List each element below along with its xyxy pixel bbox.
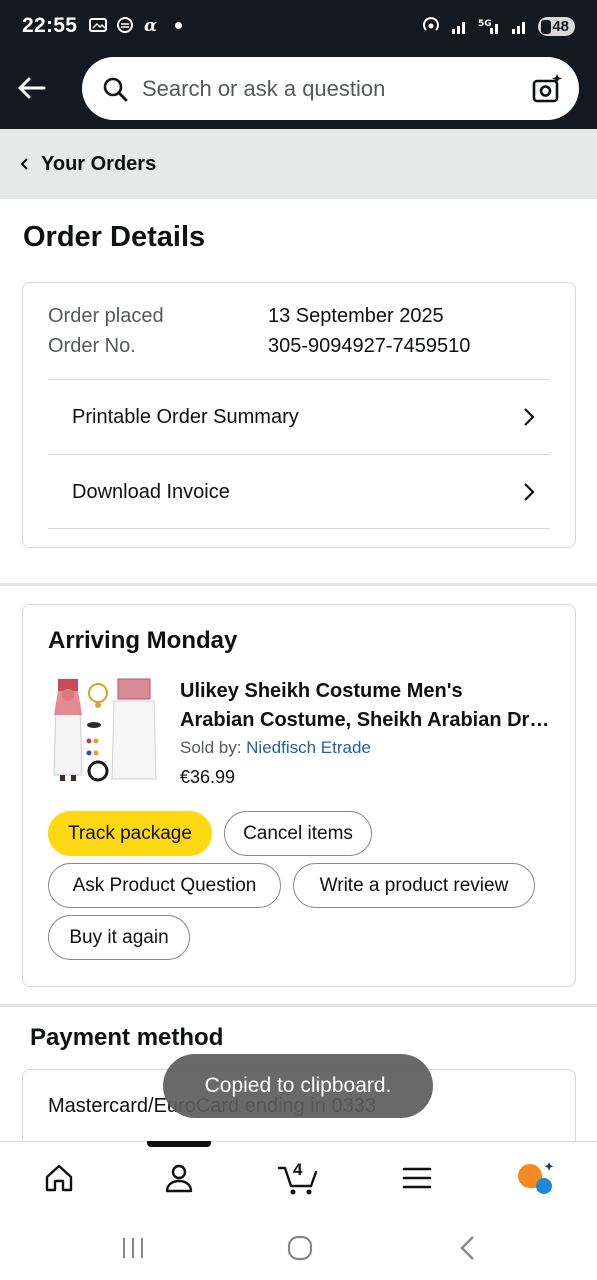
chevron-right-icon [524, 408, 535, 426]
5g-signal-icon: 5G [478, 19, 499, 34]
nav-menu[interactable] [395, 1156, 439, 1200]
status-bar: 22:55 α 5G 48 [0, 0, 597, 56]
sold-by-label: Sold by: [180, 738, 247, 757]
section-separator [0, 1004, 597, 1007]
chevron-right-icon [524, 483, 535, 501]
track-package-button[interactable]: Track package [48, 811, 212, 856]
toast-message: Copied to clipboard. [163, 1054, 433, 1118]
back-chevron-icon [460, 1236, 474, 1260]
status-time: 22:55 [22, 14, 78, 37]
ask-product-question-button[interactable]: Ask Product Question [48, 863, 281, 908]
sold-by: Sold by: Niedfisch Etrade [180, 738, 371, 758]
order-number-label: Order No. [48, 335, 136, 357]
order-number-value: 305-9094927-7459510 [268, 335, 471, 357]
cart-count-badge: 4 [293, 1160, 303, 1179]
back-arrow-icon[interactable] [14, 70, 50, 106]
home-circle-icon [287, 1235, 313, 1261]
download-invoice-link[interactable]: Download Invoice [48, 455, 550, 529]
cancel-items-button[interactable]: Cancel items [224, 811, 372, 856]
nav-home[interactable] [37, 1156, 81, 1200]
product-title-line-2: Arabian Costume, Sheikh Arabian Dress [180, 709, 560, 731]
order-placed-value: 13 September 2025 [268, 305, 444, 327]
search-bar[interactable] [82, 57, 579, 120]
product-image[interactable] [48, 675, 158, 787]
buy-again-button[interactable]: Buy it again [48, 915, 190, 960]
section-separator [0, 583, 597, 586]
search-icon [103, 77, 128, 102]
delivery-status: Arriving Monday [48, 627, 238, 654]
nav-cart[interactable]: 4 [276, 1156, 322, 1200]
back-system-button[interactable] [448, 1233, 488, 1263]
svg-text:α: α [144, 16, 157, 35]
system-navigation-bar [0, 1211, 597, 1280]
order-summary-card: Order placed 13 September 2025 Order No.… [22, 282, 576, 548]
search-input[interactable] [142, 57, 502, 120]
bottom-navigation: 4 [0, 1141, 597, 1211]
app-notification-icon [117, 17, 133, 33]
hotspot-icon [423, 17, 440, 31]
download-invoice-label: Download Invoice [72, 480, 230, 503]
app-header [0, 56, 597, 129]
printable-order-summary-label: Printable Order Summary [72, 405, 299, 428]
home-system-button[interactable] [280, 1233, 320, 1263]
svg-text:5G: 5G [478, 19, 492, 29]
product-price: €36.99 [180, 767, 236, 787]
chevron-left-icon [20, 158, 28, 170]
status-notification-icons: α [88, 15, 182, 35]
status-system-icons: 5G 48 [420, 15, 575, 37]
battery-indicator: 48 [538, 16, 575, 36]
divider [48, 528, 550, 529]
recent-apps-button[interactable] [113, 1233, 153, 1263]
account-icon [165, 1164, 193, 1193]
more-notifications-dot [175, 21, 182, 29]
seller-link[interactable]: Niedfisch Etrade [246, 738, 371, 757]
printable-order-summary-link[interactable]: Printable Order Summary [48, 380, 550, 454]
order-placed-label: Order placed [48, 305, 164, 327]
menu-icon [402, 1167, 432, 1189]
alpha-notification-icon: α [144, 16, 157, 35]
product-title-line-1: Ulikey Sheikh Costume Men's [180, 680, 463, 702]
active-tab-indicator [147, 1141, 211, 1147]
nav-account[interactable] [157, 1156, 201, 1200]
signal-2-icon [512, 22, 526, 34]
page-title: Order Details [23, 221, 206, 253]
breadcrumb-your-orders[interactable]: Your Orders [41, 153, 156, 176]
gallery-notification-icon [89, 18, 107, 32]
write-review-button[interactable]: Write a product review [293, 863, 535, 908]
nav-rufus[interactable] [514, 1156, 558, 1200]
rufus-icon [518, 1162, 554, 1194]
shipment-card: Arriving Monday Ulikey Sheikh Costume Me… [22, 604, 576, 987]
payment-method-title: Payment method [30, 1024, 224, 1051]
breadcrumb[interactable]: Your Orders [0, 129, 597, 199]
recent-apps-icon [123, 1238, 143, 1258]
home-icon [45, 1164, 73, 1192]
product-title[interactable]: Ulikey Sheikh Costume Men's Arabian Cost… [180, 677, 560, 735]
camera-search-icon[interactable] [531, 73, 563, 105]
signal-icon [452, 22, 466, 34]
